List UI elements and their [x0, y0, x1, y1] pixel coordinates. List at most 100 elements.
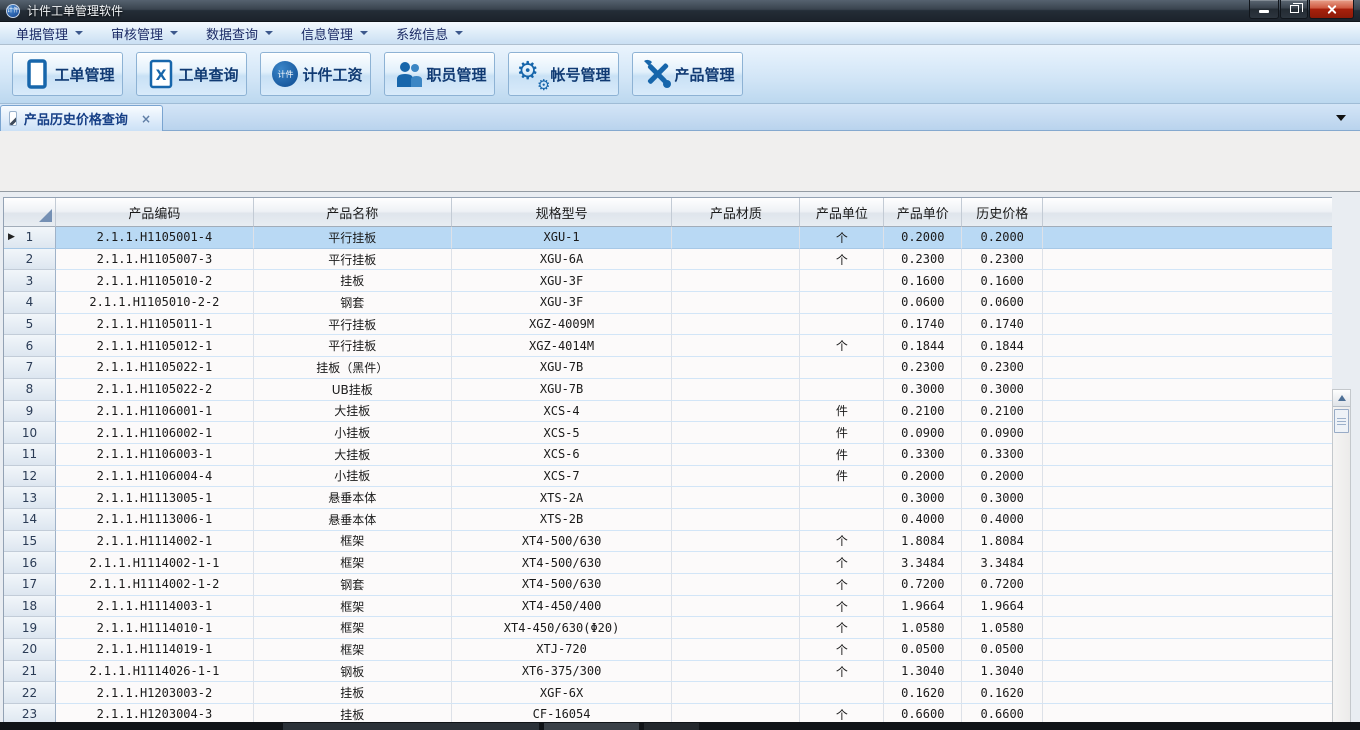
cell-unit[interactable]: 件 [800, 422, 884, 444]
cell-unit[interactable]: 件 [800, 401, 884, 423]
cell-unit[interactable] [800, 487, 884, 509]
cell-price[interactable]: 0.2100 [884, 401, 962, 423]
table-row[interactable]: 52.1.1.H1105011-1平行挂板XGZ-4009M0.17400.17… [4, 314, 1332, 336]
cell-spec[interactable]: XGU-7B [452, 379, 673, 401]
cell-code[interactable]: 2.1.1.H1114002-1 [56, 531, 254, 553]
cell-history[interactable]: 0.7200 [962, 574, 1043, 596]
cell-price[interactable]: 0.3000 [884, 487, 962, 509]
table-row[interactable]: 122.1.1.H1106004-4小挂板XCS-7件0.20000.2000 [4, 466, 1332, 488]
cell-material[interactable] [672, 422, 800, 444]
cell-name[interactable]: 悬垂本体 [254, 509, 452, 531]
cell-unit[interactable]: 个 [800, 227, 884, 249]
cell-name[interactable]: 挂板 [254, 270, 452, 292]
cell-price[interactable]: 0.0500 [884, 639, 962, 661]
cell-name[interactable]: 大挂板 [254, 444, 452, 466]
cell-history[interactable]: 0.0600 [962, 292, 1043, 314]
cell-name[interactable]: 挂板（黑件） [254, 357, 452, 379]
cell-code[interactable]: 2.1.1.H1203004-3 [56, 704, 254, 722]
cell-material[interactable] [672, 357, 800, 379]
table-row[interactable]: 72.1.1.H1105022-1挂板（黑件）XGU-7B0.23000.230… [4, 357, 1332, 379]
table-row[interactable]: 192.1.1.H1114010-1框架XT4-450/630(Φ20)个1.0… [4, 617, 1332, 639]
cell-name[interactable]: 平行挂板 [254, 314, 452, 336]
cell-code[interactable]: 2.1.1.H1106001-1 [56, 401, 254, 423]
cell-price[interactable]: 0.0600 [884, 292, 962, 314]
cell-price[interactable]: 0.1740 [884, 314, 962, 336]
work-order-manage-button[interactable]: 工单管理 [12, 52, 123, 96]
row-number-cell[interactable]: 9 [4, 401, 56, 423]
cell-spec[interactable]: XTS-2A [452, 487, 673, 509]
cell-name[interactable]: 平行挂板 [254, 227, 452, 249]
column-header-material[interactable]: 产品材质 [672, 198, 800, 227]
row-number-cell[interactable]: 18 [4, 596, 56, 618]
cell-material[interactable] [672, 487, 800, 509]
cell-history[interactable]: 3.3484 [962, 552, 1043, 574]
cell-unit[interactable]: 个 [800, 249, 884, 271]
cell-price[interactable]: 0.1620 [884, 682, 962, 704]
column-header-unit[interactable]: 产品单位 [800, 198, 884, 227]
cell-material[interactable] [672, 401, 800, 423]
cell-name[interactable]: 大挂板 [254, 401, 452, 423]
table-row[interactable]: 32.1.1.H1105010-2挂板XGU-3F0.16000.1600 [4, 270, 1332, 292]
cell-spec[interactable]: XGZ-4009M [452, 314, 673, 336]
cell-material[interactable] [672, 574, 800, 596]
cell-price[interactable]: 0.6600 [884, 704, 962, 722]
menu-item-documents[interactable]: 单据管理 [8, 22, 91, 45]
cell-name[interactable]: 框架 [254, 531, 452, 553]
cell-material[interactable] [672, 249, 800, 271]
cell-price[interactable]: 0.7200 [884, 574, 962, 596]
cell-material[interactable] [672, 639, 800, 661]
cell-code[interactable]: 2.1.1.H1114003-1 [56, 596, 254, 618]
cell-code[interactable]: 2.1.1.H1105011-1 [56, 314, 254, 336]
cell-name[interactable]: 框架 [254, 552, 452, 574]
cell-code[interactable]: 2.1.1.H1114019-1 [56, 639, 254, 661]
cell-material[interactable] [672, 617, 800, 639]
tab-product-history-price[interactable]: 产品历史价格查询 × [0, 105, 163, 131]
cell-history[interactable]: 0.4000 [962, 509, 1043, 531]
cell-name[interactable]: 悬垂本体 [254, 487, 452, 509]
cell-unit[interactable]: 个 [800, 335, 884, 357]
cell-code[interactable]: 2.1.1.H1105007-3 [56, 249, 254, 271]
cell-history[interactable]: 0.1740 [962, 314, 1043, 336]
cell-history[interactable]: 0.3000 [962, 379, 1043, 401]
row-number-cell[interactable]: 4 [4, 292, 56, 314]
table-row[interactable]: 182.1.1.H1114003-1框架XT4-450/400个1.96641.… [4, 596, 1332, 618]
cell-unit[interactable] [800, 682, 884, 704]
row-number-cell[interactable]: 13 [4, 487, 56, 509]
row-number-cell[interactable]: ▶1 [4, 227, 56, 249]
cell-material[interactable] [672, 444, 800, 466]
cell-spec[interactable]: CF-16054 [452, 704, 673, 722]
menu-item-audit[interactable]: 审核管理 [103, 22, 186, 45]
cell-spec[interactable]: XCS-6 [452, 444, 673, 466]
cell-unit[interactable]: 个 [800, 596, 884, 618]
cell-price[interactable]: 0.2000 [884, 227, 962, 249]
cell-code[interactable]: 2.1.1.H1106002-1 [56, 422, 254, 444]
cell-code[interactable]: 2.1.1.H1114002-1-1 [56, 552, 254, 574]
cell-price[interactable]: 3.3484 [884, 552, 962, 574]
account-manage-button[interactable]: ⚙⚙ 帐号管理 [508, 52, 619, 96]
cell-name[interactable]: 框架 [254, 639, 452, 661]
cell-name[interactable]: 框架 [254, 596, 452, 618]
column-header-spec[interactable]: 规格型号 [452, 198, 673, 227]
cell-material[interactable] [672, 466, 800, 488]
table-row[interactable]: 112.1.1.H1106003-1大挂板XCS-6件0.33000.3300 [4, 444, 1332, 466]
cell-spec[interactable]: XCS-7 [452, 466, 673, 488]
cell-code[interactable]: 2.1.1.H1105010-2 [56, 270, 254, 292]
column-header-name[interactable]: 产品名称 [254, 198, 452, 227]
cell-spec[interactable]: XT4-500/630 [452, 574, 673, 596]
row-number-cell[interactable]: 22 [4, 682, 56, 704]
cell-history[interactable]: 1.8084 [962, 531, 1043, 553]
column-header-code[interactable]: 产品编码 [56, 198, 254, 227]
table-row[interactable]: 232.1.1.H1203004-3挂板CF-16054个0.66000.660… [4, 704, 1332, 722]
cell-spec[interactable]: XTS-2B [452, 509, 673, 531]
cell-unit[interactable] [800, 292, 884, 314]
cell-price[interactable]: 0.1600 [884, 270, 962, 292]
cell-price[interactable]: 0.0900 [884, 422, 962, 444]
table-row[interactable]: 82.1.1.H1105022-2UB挂板XGU-7B0.30000.3000 [4, 379, 1332, 401]
cell-price[interactable]: 0.2300 [884, 249, 962, 271]
cell-unit[interactable]: 个 [800, 639, 884, 661]
cell-price[interactable]: 1.0580 [884, 617, 962, 639]
cell-name[interactable]: 小挂板 [254, 466, 452, 488]
cell-unit[interactable]: 个 [800, 704, 884, 722]
tab-close-icon[interactable]: × [138, 112, 154, 126]
minimize-button[interactable] [1249, 0, 1279, 19]
